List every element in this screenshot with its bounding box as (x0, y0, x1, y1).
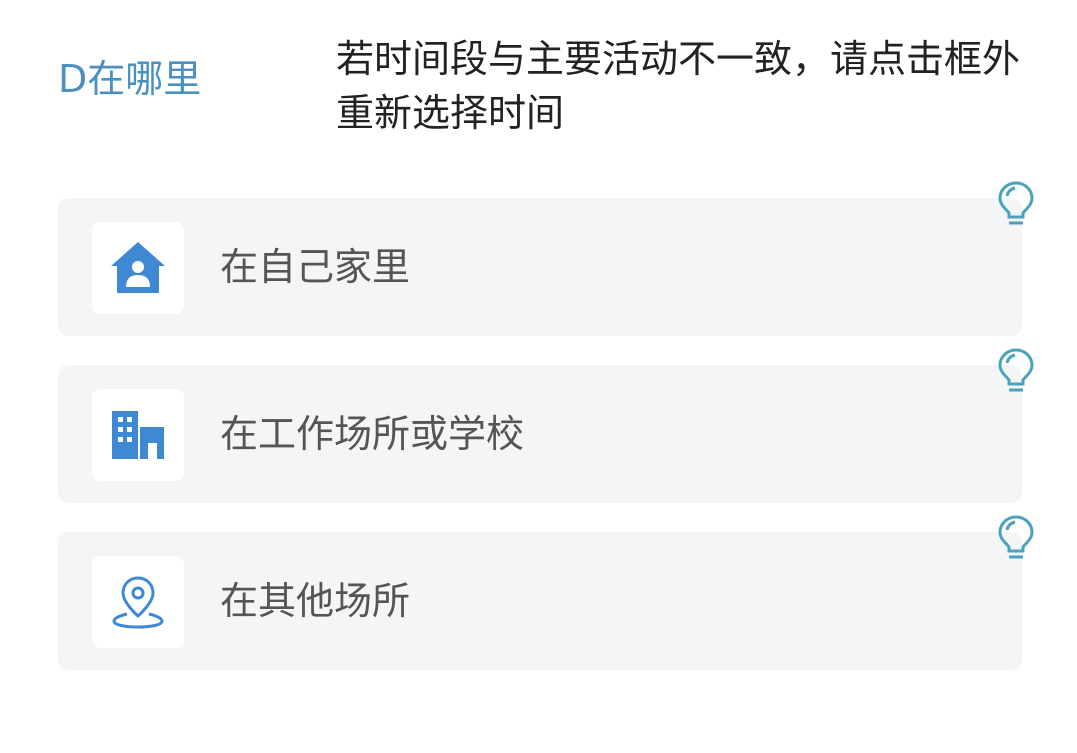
option-icon-box (92, 389, 184, 481)
option-label: 在自己家里 (220, 245, 411, 289)
option-label: 在工作场所或学校 (220, 412, 525, 456)
option-icon-box (92, 222, 184, 314)
home-icon (111, 242, 165, 293)
option-label: 在其他场所 (220, 579, 411, 623)
option-work-school[interactable]: 在工作场所或学校 (58, 365, 1022, 503)
question-title: D在哪里 (58, 57, 202, 101)
lightbulb-icon[interactable] (996, 180, 1036, 228)
option-home[interactable]: 在自己家里 (58, 198, 1022, 336)
lightbulb-icon[interactable] (996, 514, 1036, 562)
instruction-hint: 若时间段与主要活动不一致，请点击框外重新选择时间 (336, 37, 1021, 135)
building-icon (112, 411, 164, 459)
option-icon-box (92, 556, 184, 648)
option-other-place[interactable]: 在其他场所 (58, 532, 1022, 670)
location-pin-icon (112, 576, 164, 629)
lightbulb-icon[interactable] (996, 347, 1036, 395)
